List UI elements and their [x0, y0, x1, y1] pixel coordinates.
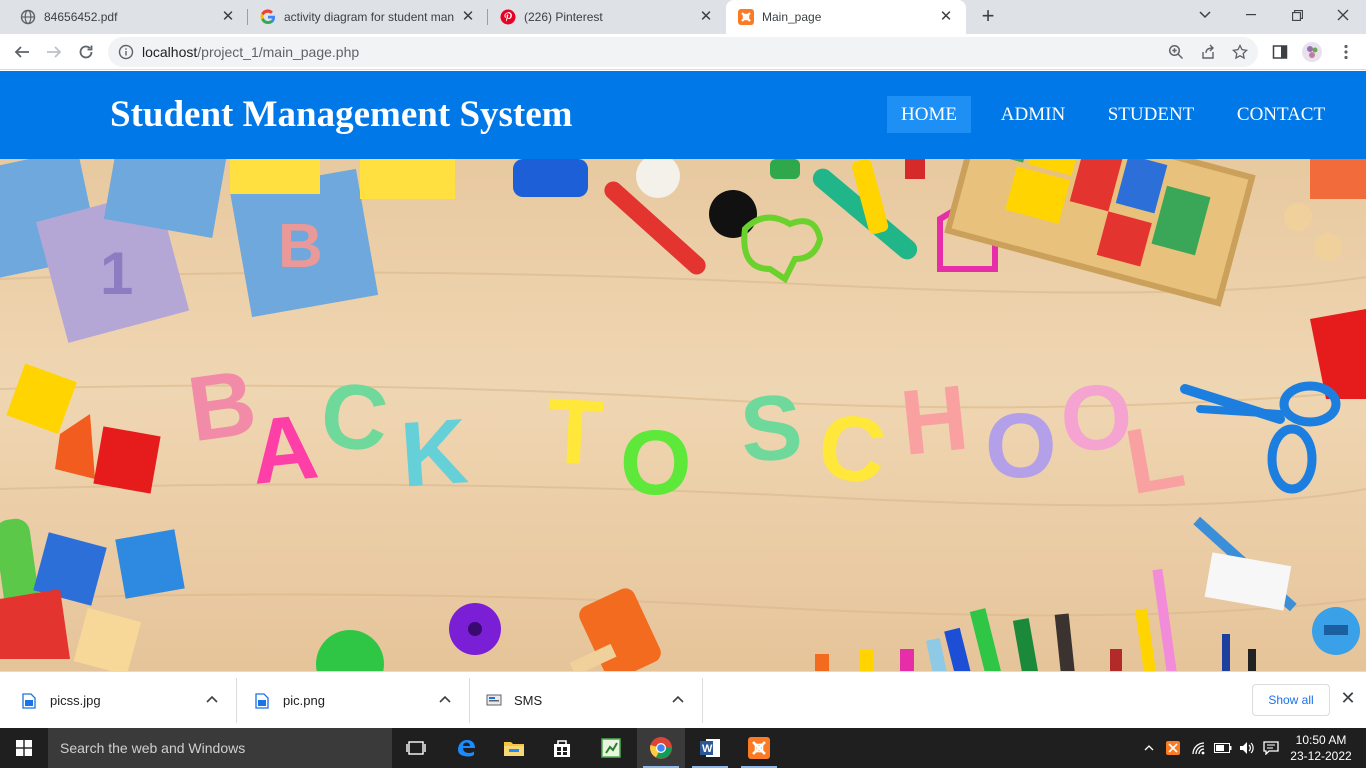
show-all-downloads-button[interactable]: Show all — [1252, 684, 1330, 716]
xampp-taskbar-icon[interactable] — [735, 728, 783, 768]
address-bar[interactable]: localhost/project_1/main_page.php — [108, 37, 1258, 67]
site-title: Student Management System — [110, 94, 573, 135]
globe-icon — [20, 9, 36, 25]
image-file-icon — [255, 692, 269, 709]
windows-start-icon[interactable] — [0, 728, 48, 768]
tab-main-page[interactable]: Main_page ✕ — [726, 0, 966, 34]
edge-browser-icon[interactable] — [442, 728, 490, 768]
reload-icon[interactable] — [72, 38, 100, 66]
tab-search-chevron-icon[interactable] — [1182, 0, 1228, 30]
close-tab-icon[interactable]: ✕ — [220, 9, 236, 25]
file-icon — [486, 693, 502, 709]
xampp-icon — [738, 9, 754, 25]
letter-o2-icon: O — [985, 395, 1057, 497]
wifi-icon[interactable] — [1188, 728, 1210, 768]
download-shelf: picss.jpg pic.png SMS Show all ✕ — [0, 671, 1366, 728]
volume-icon[interactable] — [1236, 728, 1258, 768]
close-window-icon[interactable] — [1320, 0, 1366, 30]
restore-icon[interactable] — [1274, 0, 1320, 30]
svg-text:1: 1 — [100, 240, 133, 307]
letter-c-icon: C — [317, 364, 392, 471]
download-divider — [702, 678, 703, 723]
url-path: /project_1/main_page.php — [197, 44, 360, 60]
tab-title: (226) Pinterest — [524, 10, 603, 24]
letter-l-icon: L — [1118, 404, 1191, 514]
hero-banner-image: 1 B B A C K T O S C H O O L — [0, 159, 1366, 671]
download-item[interactable]: SMS — [470, 672, 702, 729]
chevron-up-icon[interactable] — [437, 692, 453, 708]
download-item[interactable]: picss.jpg — [0, 672, 236, 729]
nav-home-link[interactable]: HOME — [887, 96, 971, 133]
taskbar-clock[interactable]: 10:50 AM 23-12-2022 — [1286, 732, 1356, 764]
letter-k-icon: K — [398, 400, 471, 506]
clock-time: 10:50 AM — [1295, 733, 1347, 747]
tab-title: activity diagram for student management … — [284, 10, 454, 24]
tab-title: Main_page — [762, 10, 822, 24]
battery-icon[interactable] — [1212, 728, 1234, 768]
nav-admin-link[interactable]: ADMIN — [991, 96, 1075, 133]
side-panel-icon[interactable] — [1268, 40, 1292, 64]
file-explorer-icon[interactable] — [490, 728, 538, 768]
bookmark-star-icon[interactable] — [1228, 40, 1252, 64]
close-tab-icon[interactable]: ✕ — [460, 9, 476, 25]
letter-a-icon: A — [246, 396, 323, 504]
browser-toolbar: localhost/project_1/main_page.php — [0, 34, 1366, 70]
share-icon[interactable] — [1196, 40, 1220, 64]
minimize-icon[interactable] — [1228, 0, 1274, 30]
letter-t-icon: T — [544, 380, 605, 485]
back-to-school-illustration: 1 B B A C K T O S C H O O L — [0, 159, 1366, 671]
word-icon[interactable]: W — [686, 728, 734, 768]
chevron-up-icon[interactable] — [204, 692, 220, 708]
editor-app-icon[interactable] — [587, 728, 635, 768]
letter-o-icon: O — [620, 412, 692, 514]
notifications-icon[interactable] — [1260, 728, 1282, 768]
browser-tab-strip: 84656452.pdf ✕ activity diagram for stud… — [0, 0, 1366, 34]
forward-arrow-icon[interactable] — [40, 38, 68, 66]
windows-taskbar: Search the web and Windows W 10:50 AM 23… — [0, 728, 1366, 768]
chrome-icon[interactable] — [637, 728, 685, 768]
download-filename: pic.png — [283, 693, 325, 708]
eraser-icon — [1204, 552, 1292, 611]
store-icon[interactable] — [538, 728, 586, 768]
download-filename: picss.jpg — [50, 693, 101, 708]
zoom-icon[interactable] — [1164, 40, 1188, 64]
tab-pdf[interactable]: 84656452.pdf ✕ — [8, 0, 248, 34]
letter-c2-icon: C — [814, 395, 891, 503]
site-header: Student Management System HOME ADMIN STU… — [0, 71, 1366, 159]
url-host: localhost — [142, 44, 198, 60]
nav-contact-link[interactable]: CONTACT — [1226, 96, 1336, 133]
letter-h-icon: H — [896, 366, 973, 474]
download-filename: SMS — [514, 693, 543, 708]
menu-kebab-icon[interactable] — [1334, 40, 1358, 64]
xampp-tray-icon[interactable] — [1162, 728, 1184, 768]
image-file-icon — [22, 692, 36, 709]
svg-text:B: B — [278, 212, 323, 281]
close-shelf-icon[interactable]: ✕ — [1338, 688, 1358, 712]
new-tab-button[interactable]: + — [976, 5, 1000, 29]
download-item[interactable]: pic.png — [237, 672, 469, 729]
close-tab-icon[interactable]: ✕ — [938, 9, 954, 25]
site-info-icon[interactable] — [118, 44, 134, 60]
taskbar-search-input[interactable]: Search the web and Windows — [48, 728, 392, 768]
pinterest-icon — [500, 9, 516, 25]
nav-student-link[interactable]: STUDENT — [1096, 96, 1206, 133]
back-arrow-icon[interactable] — [8, 38, 36, 66]
tab-pinterest[interactable]: (226) Pinterest ✕ — [488, 0, 726, 34]
letter-s-icon: S — [737, 376, 805, 482]
task-view-icon[interactable] — [392, 728, 440, 768]
tab-google-search[interactable]: activity diagram for student management … — [248, 0, 488, 34]
tab-title: 84656452.pdf — [44, 10, 118, 24]
clock-date: 23-12-2022 — [1290, 749, 1352, 763]
svg-text:W: W — [702, 743, 713, 755]
google-icon — [260, 9, 276, 25]
profile-avatar-icon[interactable] — [1300, 40, 1324, 64]
web-page: Student Management System HOME ADMIN STU… — [0, 71, 1366, 671]
close-tab-icon[interactable]: ✕ — [698, 9, 714, 25]
chevron-up-icon[interactable] — [670, 692, 686, 708]
show-hidden-icons-chevron-icon[interactable] — [1140, 728, 1158, 768]
